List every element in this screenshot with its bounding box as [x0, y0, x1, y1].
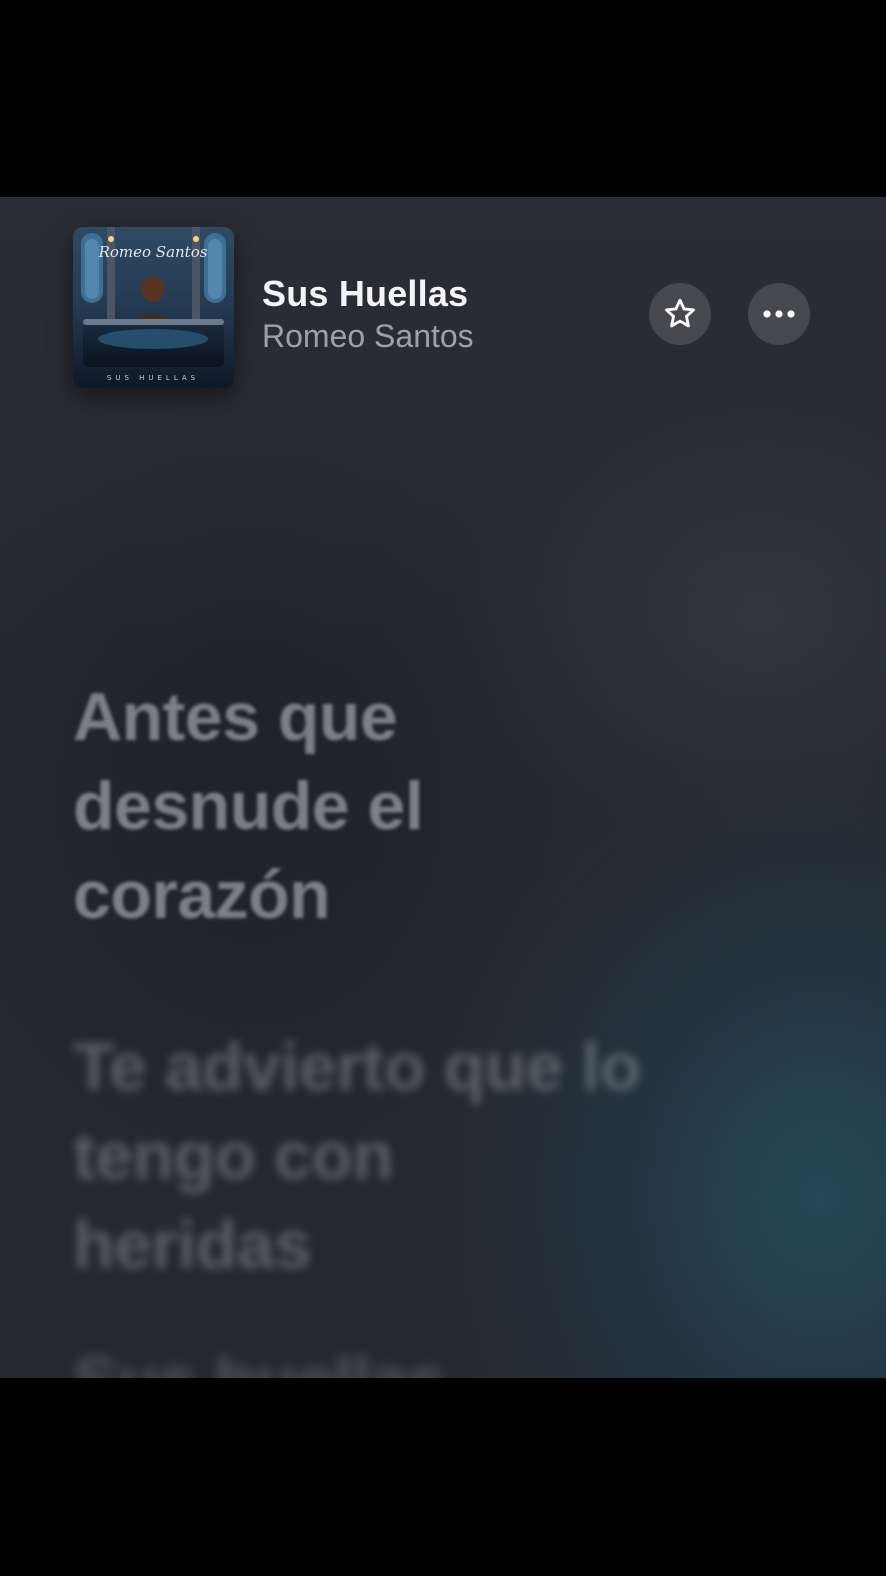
track-title: Sus Huellas — [262, 273, 469, 314]
favorite-button[interactable] — [649, 283, 711, 345]
lyrics-screen: Romeo Santos SUS HUELLAS Sus Huellas Rom… — [0, 197, 886, 1378]
lyric-line[interactable]: Antes que desnude el corazón — [73, 673, 773, 940]
lyric-line[interactable]: Te advierto que lo tengo con heridas — [73, 1023, 773, 1290]
ellipsis-icon — [763, 310, 795, 318]
more-options-button[interactable] — [748, 283, 810, 345]
star-outline-icon — [665, 298, 695, 328]
lyric-line[interactable]: Sus huellas — [73, 1337, 773, 1378]
letterbox-top — [0, 0, 886, 197]
letterbox-bottom — [0, 1378, 886, 1576]
album-art-artist-script: Romeo Santos — [98, 243, 208, 261]
track-artist[interactable]: Romeo Santos — [262, 318, 474, 355]
album-art-caption: SUS HUELLAS — [107, 374, 199, 382]
album-artwork[interactable]: Romeo Santos SUS HUELLAS — [73, 227, 234, 388]
